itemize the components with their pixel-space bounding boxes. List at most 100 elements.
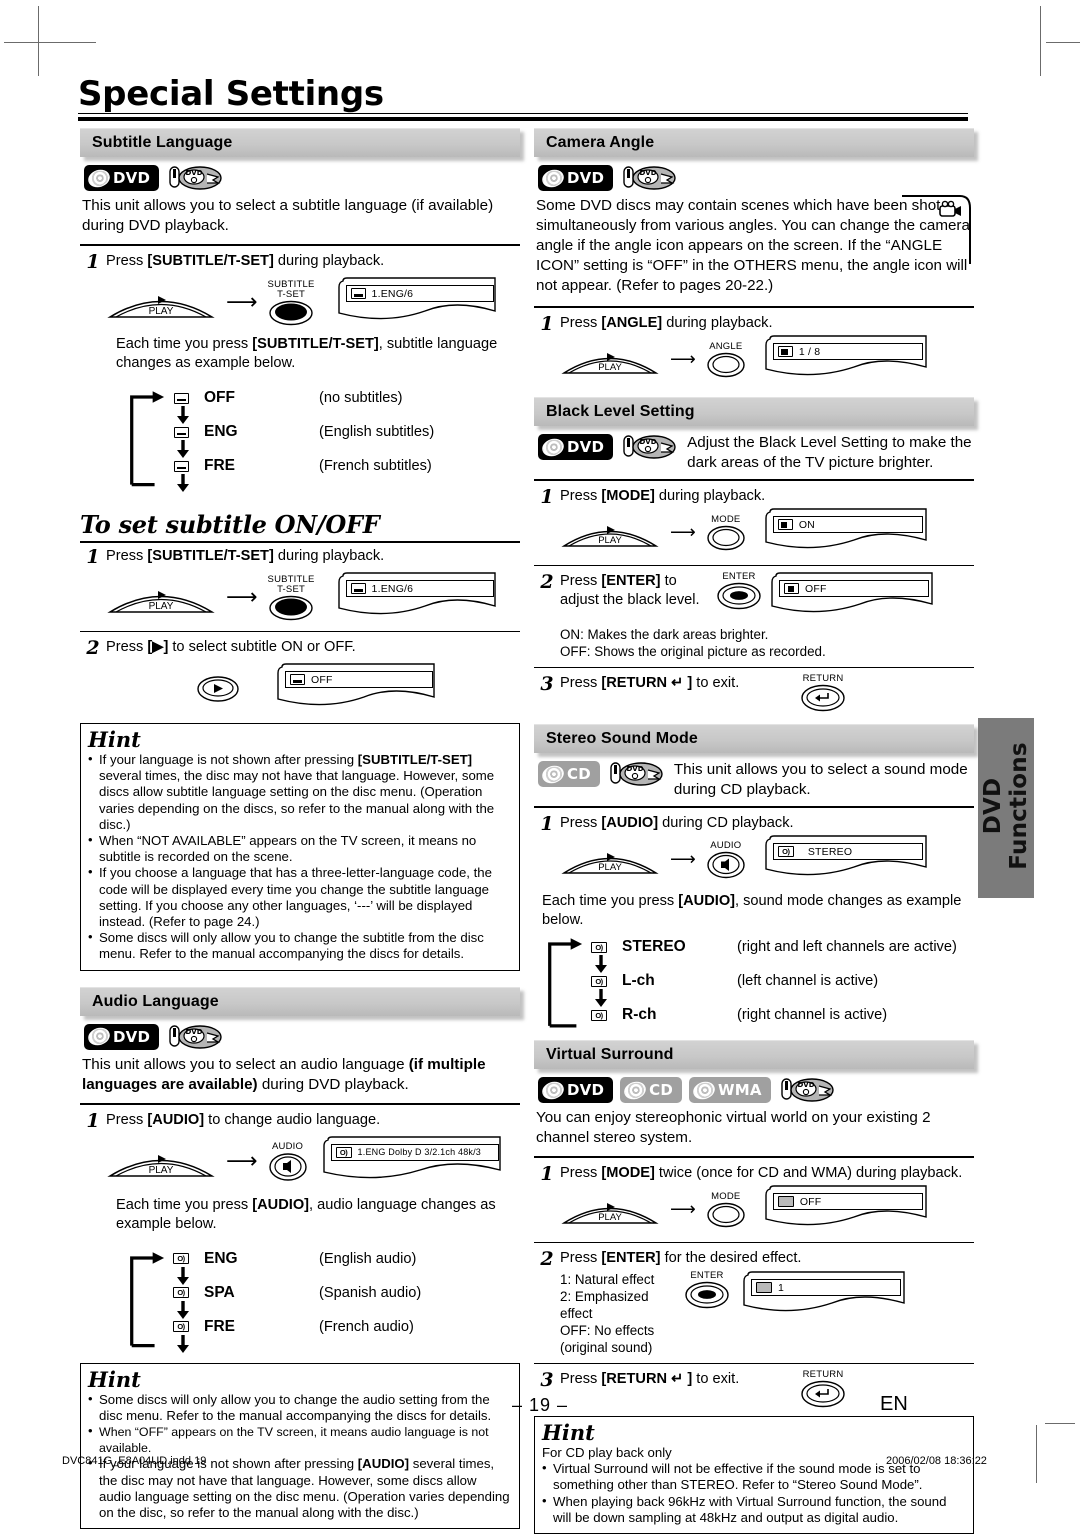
- title-rule-thin: [78, 113, 968, 114]
- manual-page: Special Settings Subtitle Language DVD D…: [0, 0, 1080, 1534]
- virtual-surround-icon: [777, 1196, 794, 1207]
- step-1-audio: 1 Press [AUDIO] to change audio language…: [80, 1111, 520, 1188]
- angle-key: ANGLE: [706, 342, 746, 378]
- step-text: Press [ENTER] to adjust the black level.: [560, 573, 700, 608]
- cycle-item: O) STEREO (right and left channels are a…: [588, 932, 974, 962]
- step-text: Press [ENTER] for the desired effect.: [560, 1250, 802, 1266]
- dvd-player-icon: DVD: [780, 1076, 835, 1104]
- osd-bar: O) 1.ENG Dolby D 3/2.1ch 48k/3: [330, 1143, 499, 1161]
- play-button-icon: PLAY: [561, 853, 659, 874]
- step-2-subtitle-onoff: 2 Press [▶] to select subtitle ON or OFF…: [80, 638, 520, 715]
- key-label: ENTER: [722, 571, 756, 582]
- svg-text:PLAY: PLAY: [149, 1165, 174, 1176]
- round-key-icon: [707, 352, 745, 378]
- cycle-label: ENG: [204, 1249, 238, 1267]
- step-number: 2: [86, 637, 100, 659]
- osd-bar: OFF: [779, 580, 929, 597]
- play-button-icon: PLAY: [561, 526, 659, 547]
- key-label: RETURN: [802, 673, 844, 684]
- round-key-icon: [717, 582, 761, 610]
- cycle-label: FRE: [204, 1317, 235, 1335]
- section-header-virtual-surround: Virtual Surround: [534, 1040, 974, 1069]
- cycle-label: R-ch: [622, 1006, 657, 1023]
- osd-screen: 1.ENG/6: [335, 572, 505, 624]
- osd-bar: OFF: [285, 671, 433, 688]
- osd-value: 1 / 8: [798, 345, 821, 358]
- round-key-icon: [269, 300, 313, 326]
- cd-disc-badge: CD: [538, 761, 600, 787]
- vs-note-1: 1: Natural effect: [560, 1272, 655, 1287]
- divider: [534, 306, 974, 308]
- vs-note-3: OFF: No effects (original sound): [560, 1323, 655, 1355]
- divider: [534, 1242, 974, 1243]
- cycle-desc: (French subtitles): [319, 458, 432, 474]
- angle-icon: [777, 346, 793, 357]
- footer-timestamp: 2006/02/08 18:36:22: [886, 1455, 987, 1467]
- disc-badges: DVD DVD: [84, 164, 520, 192]
- crop-mark-top-right-h: [1046, 42, 1080, 43]
- cycle-label: ENG: [204, 423, 238, 440]
- divider: [534, 479, 974, 481]
- section-header-camera-angle: Camera Angle: [534, 128, 974, 157]
- arrow-right-icon: ⟶: [670, 1199, 696, 1220]
- osd-value: OFF: [311, 673, 333, 686]
- key-label: SUBTITLE T-SET: [267, 279, 315, 300]
- round-key-icon: [269, 595, 313, 621]
- cycle-desc: (no subtitles): [319, 390, 403, 406]
- disc-icon: [85, 166, 113, 190]
- section-header-subtitle-language: Subtitle Language: [80, 128, 520, 157]
- osd-bar: ON: [772, 516, 923, 533]
- hint-title: Hint: [88, 727, 141, 752]
- cycle-item: O) SPA (Spanish audio): [170, 1276, 520, 1310]
- step-text: Press [AUDIO] during CD playback.: [560, 815, 794, 831]
- right-arrow-key-icon: [197, 676, 239, 702]
- key-illustration-row: PLAY ⟶ ANGLE 1 / 8: [560, 335, 974, 385]
- osd-screen: OFF: [762, 1185, 934, 1235]
- cycle-desc: (English subtitles): [319, 424, 435, 440]
- key-label: MODE: [711, 1191, 741, 1202]
- arrow-right-icon: ⟶: [670, 522, 696, 543]
- cycle-desc: (English audio): [319, 1250, 417, 1267]
- svg-text:PLAY: PLAY: [598, 862, 622, 873]
- subsection-title-subtitle-onoff: To set subtitle ON/OFF: [80, 510, 380, 539]
- dvd-player-icon: DVD: [610, 760, 664, 788]
- section-title: Stereo Sound Mode: [546, 730, 698, 747]
- step-1-subtitle: 1 Press [SUBTITLE/T-SET] during playback…: [80, 252, 520, 329]
- svg-text:PLAY: PLAY: [149, 601, 174, 612]
- audio-icon: O): [591, 975, 607, 987]
- hint-bullet: Some discs will only allow you to change…: [88, 929, 512, 962]
- black-level-intro: Adjust the Black Level Setting to make t…: [687, 434, 972, 471]
- osd-bar: 1.ENG/6: [345, 580, 494, 597]
- stereo-cycle-list: O) STEREO (right and left channels are a…: [544, 932, 974, 1030]
- cycle-label: FRE: [204, 457, 235, 474]
- step-1-stereo: 1 Press [AUDIO] during CD playback. PLAY…: [534, 814, 974, 885]
- cycle-desc: (French audio): [319, 1318, 414, 1335]
- black-level-note-off: OFF: Shows the original picture as recor…: [560, 644, 826, 659]
- step-number: 1: [540, 813, 554, 835]
- osd-bar: OFF: [772, 1193, 923, 1210]
- subtitle-icon: [350, 288, 366, 299]
- key-illustration-row: OFF: [196, 663, 520, 715]
- hint-title: Hint: [88, 1366, 141, 1392]
- virtual-surround-intro: You can enjoy stereophonic virtual world…: [536, 1109, 931, 1146]
- osd-value: OFF: [799, 1195, 822, 1208]
- step-number: 1: [86, 251, 100, 273]
- step-text: Press [RETURN ↵ ] to exit.: [560, 675, 740, 691]
- crop-mark-bottom-right-h: [1045, 1423, 1075, 1424]
- step-2-virtual-surround: 2 Press [ENTER] for the desired effect. …: [534, 1249, 974, 1356]
- osd-screen: O) 1.ENG Dolby D 3/2.1ch 48k/3: [320, 1135, 510, 1188]
- audio-key: AUDIO: [706, 841, 746, 879]
- divider: [534, 1156, 974, 1158]
- disc-badges: DVD CD WMA DVD: [538, 1076, 974, 1104]
- black-level-note-on: ON: Makes the dark areas brighter.: [560, 627, 769, 642]
- step-1-virtual-surround: 1 Press [MODE] twice (once for CD and WM…: [534, 1164, 974, 1235]
- cycle-item: OFF (no subtitles): [170, 381, 520, 415]
- osd-screen: 1.ENG/6: [335, 277, 505, 329]
- cycle-loop-arrow: [130, 1251, 165, 1347]
- step-number: 2: [540, 571, 554, 593]
- cycle-item: O) R-ch (right channel is active): [588, 1000, 974, 1030]
- side-tab-dvd-functions: DVD Functions: [978, 718, 1034, 898]
- hint-box-audio: Hint Some discs will only allow you to c…: [80, 1362, 520, 1530]
- hint-bullet: When playing back 96kHz with Virtual Sur…: [542, 1493, 966, 1526]
- subtitle-key: SUBTITLE T-SET: [268, 280, 315, 326]
